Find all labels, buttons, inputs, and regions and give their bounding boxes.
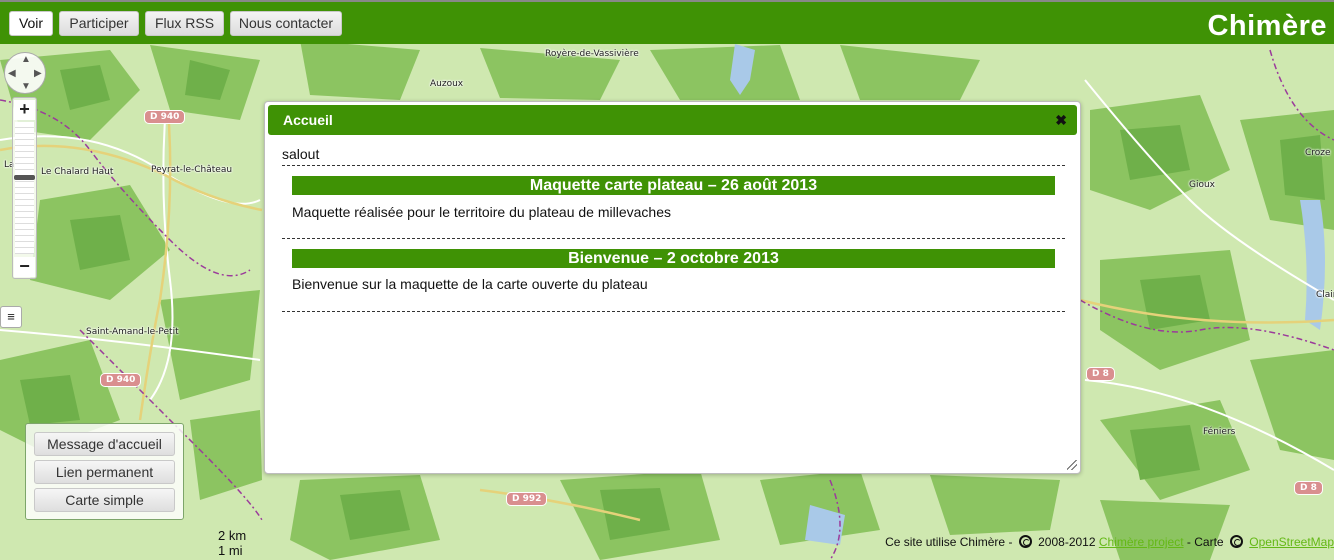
attribution-bar: Ce site utilise Chimère - 2008-2012 Chim… bbox=[879, 533, 1334, 553]
voir-button[interactable]: Voir bbox=[9, 11, 53, 36]
map-label-gioux: Gioux bbox=[1189, 180, 1216, 190]
zoom-out-button[interactable]: − bbox=[14, 257, 35, 277]
pan-up-icon[interactable]: ▲ bbox=[21, 55, 31, 65]
participer-button[interactable]: Participer bbox=[59, 11, 139, 36]
pan-right-icon[interactable]: ▶ bbox=[34, 69, 42, 79]
news-title: Bienvenue – 2 octobre 2013 bbox=[292, 249, 1055, 268]
map-label-peyrat: Peyrat-le-Château bbox=[151, 165, 233, 175]
map-label-croze: Croze bbox=[1305, 148, 1331, 158]
zoom-in-button[interactable]: + bbox=[14, 100, 35, 120]
news-body: Bienvenue sur la maquette de la carte ou… bbox=[292, 276, 648, 292]
divider bbox=[282, 165, 1065, 166]
road-shield: D 940 bbox=[144, 110, 186, 124]
attribution-prefix: Ce site utilise Chimère - bbox=[885, 535, 1013, 549]
scale-line: 2 km 1 mi bbox=[218, 528, 246, 558]
flux-rss-button[interactable]: Flux RSS bbox=[145, 11, 224, 36]
openstreetmap-link[interactable]: OpenStreetMap bbox=[1249, 535, 1334, 549]
map-label-saint-amand: Saint-Amand-le-Petit bbox=[86, 327, 179, 337]
news-body: Maquette réalisée pour le territoire du … bbox=[292, 204, 671, 220]
zoom-slider-handle[interactable] bbox=[14, 175, 35, 180]
news-title: Maquette carte plateau – 26 août 2013 bbox=[292, 176, 1055, 195]
welcome-dialog: Accueil ✖ salout Maquette carte plateau … bbox=[264, 101, 1081, 474]
road-shield: D 940 bbox=[100, 373, 142, 387]
nous-contacter-button[interactable]: Nous contacter bbox=[230, 11, 342, 36]
pan-left-icon[interactable]: ◀ bbox=[8, 69, 16, 79]
permalink-button[interactable]: Lien permanent bbox=[34, 460, 175, 484]
close-icon[interactable]: ✖ bbox=[1055, 105, 1067, 135]
road-shield: D 8 bbox=[1086, 367, 1115, 381]
map-label-clair: Clair bbox=[1316, 290, 1334, 300]
map-label-auzoux: Auzoux bbox=[430, 79, 464, 89]
pan-control[interactable]: ▲ ▼ ◀ ▶ bbox=[4, 52, 46, 94]
attribution-years: 2008-2012 bbox=[1038, 535, 1096, 549]
copyleft-icon bbox=[1018, 535, 1032, 548]
divider bbox=[282, 238, 1065, 239]
divider bbox=[282, 311, 1065, 312]
simple-map-button[interactable]: Carte simple bbox=[34, 488, 175, 512]
attribution-middle: - Carte bbox=[1186, 535, 1224, 549]
zoom-slider-track[interactable] bbox=[15, 122, 34, 254]
scale-mi: 1 mi bbox=[218, 543, 243, 558]
app-title: Chimère bbox=[1207, 10, 1327, 42]
zoom-control: + − bbox=[12, 97, 37, 279]
dialog-titlebar[interactable]: Accueil ✖ bbox=[268, 105, 1077, 135]
map-label-chalard: Le Chalard Haut bbox=[41, 167, 114, 177]
layer-switcher-button[interactable]: ≡ bbox=[0, 306, 22, 328]
map-label-royere: Royère-de-Vassivière bbox=[545, 49, 639, 59]
top-navigation-bar: Voir Participer Flux RSS Nous contacter … bbox=[0, 0, 1334, 44]
scale-km: 2 km bbox=[218, 528, 247, 543]
road-shield: D 992 bbox=[506, 492, 548, 506]
dialog-title: Accueil bbox=[283, 112, 333, 128]
pan-down-icon[interactable]: ▼ bbox=[21, 82, 31, 92]
map-options-panel: Message d'accueil Lien permanent Carte s… bbox=[25, 423, 184, 520]
dialog-intro-text: salout bbox=[282, 146, 320, 162]
road-shield: D 8 bbox=[1294, 481, 1323, 495]
copyleft-icon bbox=[1229, 535, 1243, 548]
map-label-feniers: Féniers bbox=[1203, 427, 1236, 437]
chimere-project-link[interactable]: Chimère project bbox=[1099, 535, 1184, 549]
welcome-message-button[interactable]: Message d'accueil bbox=[34, 432, 175, 456]
resize-grip-icon[interactable] bbox=[1067, 460, 1077, 470]
